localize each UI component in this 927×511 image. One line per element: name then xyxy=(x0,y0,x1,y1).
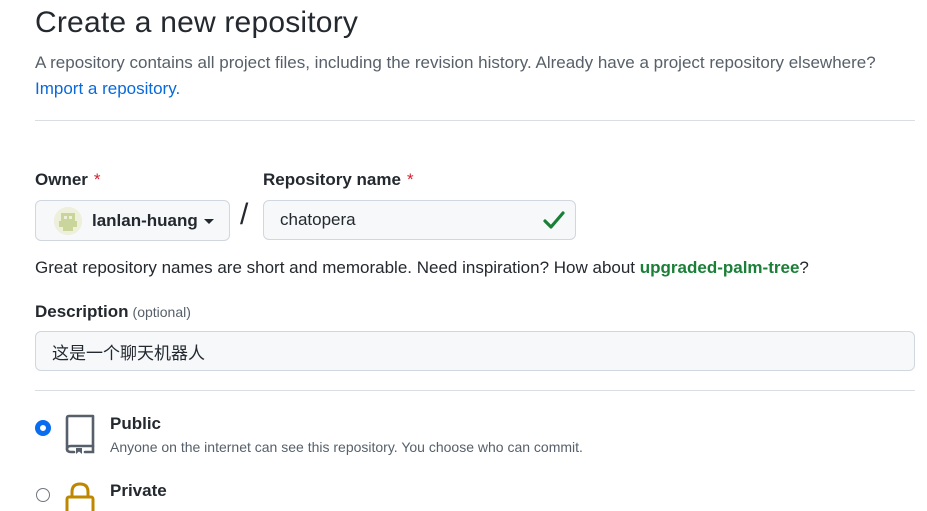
public-option-title: Public xyxy=(110,414,162,433)
subtitle-text: A repository contains all project files,… xyxy=(35,53,876,72)
repository-name-label-text: Repository name xyxy=(263,170,401,189)
avatar xyxy=(54,206,82,235)
import-repository-link[interactable]: Import a repository. xyxy=(35,79,180,98)
lock-icon xyxy=(65,482,95,511)
chevron-down-icon xyxy=(203,219,214,224)
owner-label: Owner * xyxy=(35,170,101,190)
header-divider xyxy=(35,120,915,121)
private-radio[interactable] xyxy=(36,488,50,502)
hint-suffix: ? xyxy=(799,258,809,277)
page-title: Create a new repository xyxy=(35,6,359,39)
owner-label-text: Owner xyxy=(35,170,88,189)
description-input[interactable] xyxy=(35,331,915,371)
hint-text: Great repository names are short and mem… xyxy=(35,258,640,277)
suggested-name-link[interactable]: upgraded-palm-tree xyxy=(640,258,800,277)
private-option-title: Private xyxy=(110,481,167,500)
page-subtitle: A repository contains all project files,… xyxy=(35,50,915,102)
owner-name: lanlan-huang xyxy=(92,210,198,230)
owner-required-mark: * xyxy=(93,170,101,189)
description-divider xyxy=(35,390,915,391)
repository-name-hint: Great repository names are short and mem… xyxy=(35,258,809,278)
check-icon xyxy=(543,211,565,229)
repo-book-icon xyxy=(65,414,95,454)
repository-name-input[interactable] xyxy=(263,200,576,240)
owner-repo-separator: / xyxy=(240,198,249,231)
create-repository-page: Create a new repository A repository con… xyxy=(0,0,927,511)
repository-name-label: Repository name * xyxy=(263,170,414,190)
owner-select-button[interactable]: lanlan-huang xyxy=(35,200,230,241)
public-radio[interactable] xyxy=(36,421,50,435)
public-option-description: Anyone on the internet can see this repo… xyxy=(110,439,583,455)
description-optional-note: (optional) xyxy=(132,304,191,320)
repository-name-required-mark: * xyxy=(406,170,414,189)
description-label: Description (optional) xyxy=(35,302,191,322)
description-label-text: Description xyxy=(35,302,129,321)
